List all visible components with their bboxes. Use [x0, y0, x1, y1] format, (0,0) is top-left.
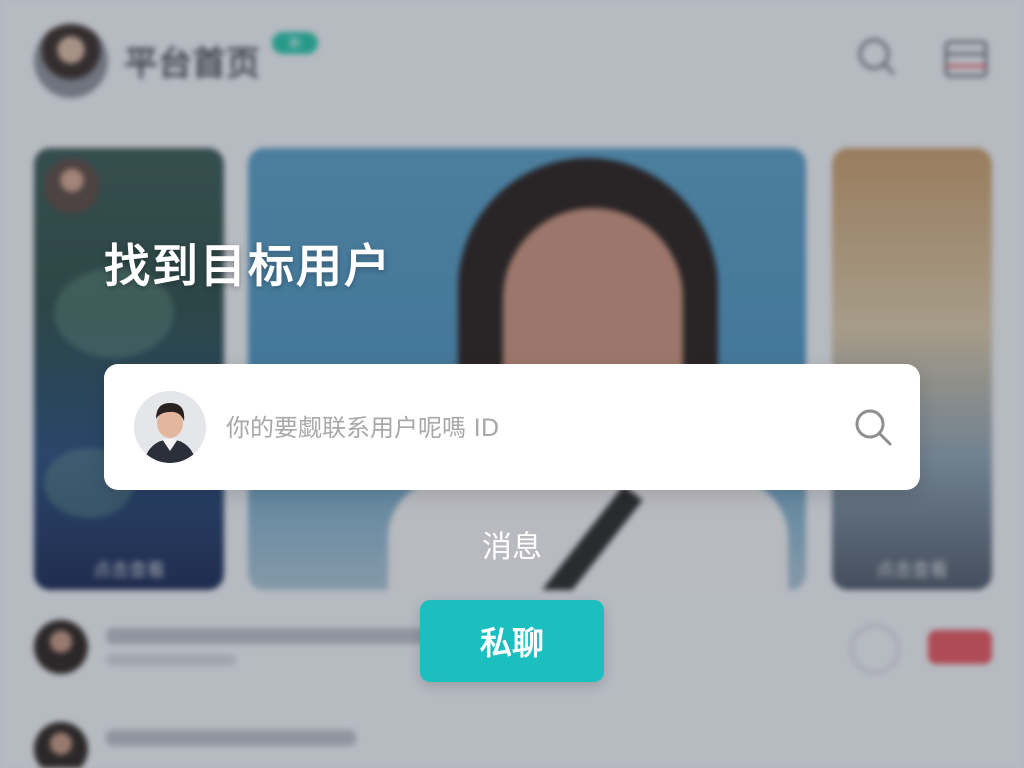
private-chat-button[interactable]: 私聊: [420, 600, 604, 682]
avatar: [134, 391, 206, 463]
search-icon[interactable]: [852, 406, 894, 448]
dialog-title: 找到目标用户: [104, 239, 392, 293]
search-card: [104, 364, 920, 490]
search-input[interactable]: [224, 402, 828, 454]
message-label: 消息: [482, 530, 542, 565]
